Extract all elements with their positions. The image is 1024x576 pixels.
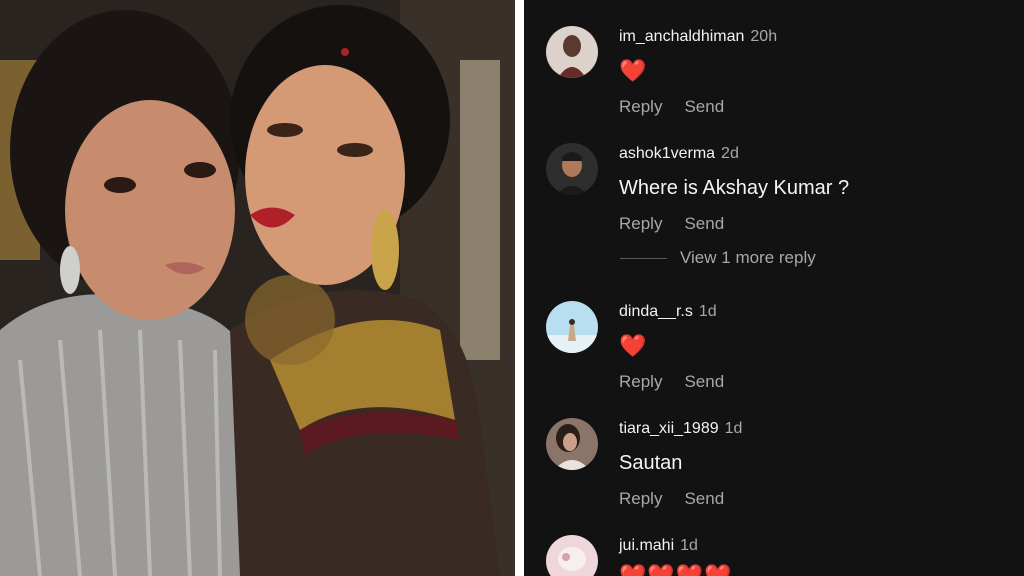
- divider: [515, 0, 524, 576]
- photo-illustration: [0, 0, 515, 576]
- comment-text: ❤️❤️❤️❤️: [619, 563, 733, 576]
- comment-time: 1d: [698, 303, 717, 320]
- comment-username[interactable]: ashok1verma: [619, 145, 715, 162]
- send-button[interactable]: Send: [684, 372, 724, 391]
- reply-button[interactable]: Reply: [619, 214, 662, 233]
- send-button[interactable]: Send: [684, 214, 724, 233]
- comment-text: Sautan: [619, 452, 683, 474]
- reply-button[interactable]: Reply: [619, 372, 662, 391]
- comment-username[interactable]: jui.mahi: [619, 537, 674, 554]
- comment-text: ❤️: [619, 58, 648, 83]
- comment-username[interactable]: tiara_xii_1989: [619, 420, 719, 437]
- view-more-replies-button[interactable]: View 1 more reply: [620, 248, 816, 268]
- avatar[interactable]: [546, 418, 598, 470]
- send-button[interactable]: Send: [684, 97, 724, 116]
- avatar[interactable]: [546, 301, 598, 353]
- comment-time: 20h: [750, 28, 778, 45]
- avatar[interactable]: [546, 143, 598, 195]
- comment-text: Where is Akshay Kumar ?: [619, 177, 850, 199]
- send-button[interactable]: Send: [684, 489, 724, 508]
- comment-time: 1d: [724, 420, 743, 437]
- avatar[interactable]: [546, 26, 598, 78]
- comment-username[interactable]: im_anchaldhiman: [619, 28, 744, 45]
- comment-time: 2d: [721, 145, 739, 162]
- reply-button[interactable]: Reply: [619, 97, 662, 116]
- avatar[interactable]: [546, 535, 598, 576]
- view-more-line: [620, 257, 667, 259]
- comments-panel: im_anchaldhiman 20h ❤️ Reply Send ashok1ve…: [524, 0, 1024, 576]
- view-more-label: View 1 more reply: [680, 248, 816, 267]
- comment-username[interactable]: dinda__r.s: [619, 303, 693, 320]
- comment-time: 1d: [680, 537, 698, 554]
- post-photo: [0, 0, 515, 576]
- reply-button[interactable]: Reply: [619, 489, 662, 508]
- comment-text: ❤️: [619, 333, 648, 358]
